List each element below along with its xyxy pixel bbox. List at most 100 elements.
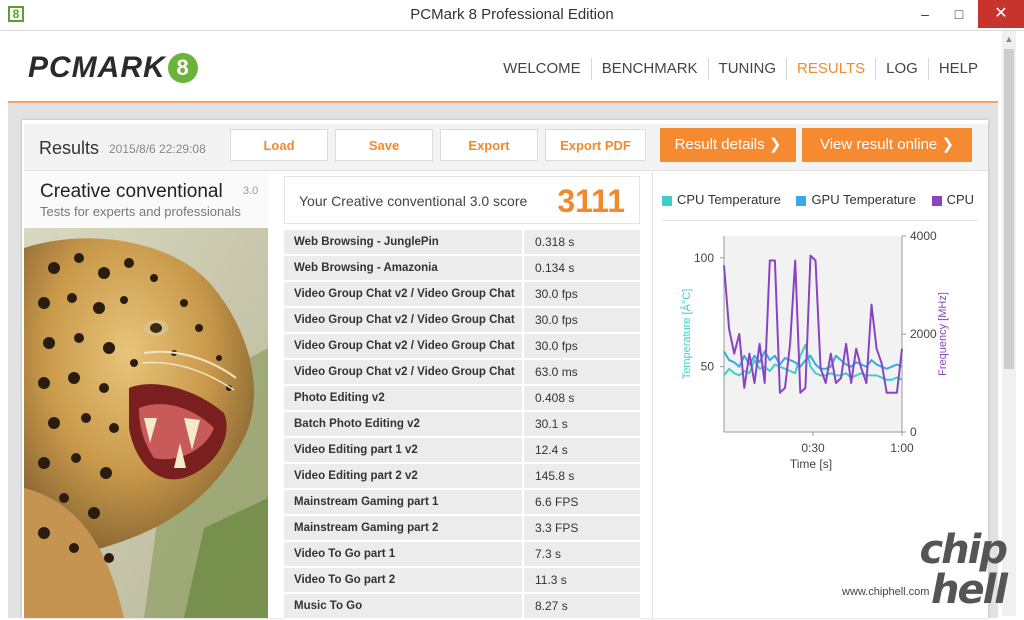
test-name: Creative conventional [40, 181, 223, 202]
test-value-cell: 12.4 s [524, 438, 640, 464]
test-name-cell: Web Browsing - Amazonia [284, 256, 524, 282]
right-axis-tick-label: 4000 [910, 229, 937, 243]
test-name-cell: Video To Go part 1 [284, 542, 524, 568]
nav-help[interactable]: HELP [927, 58, 988, 80]
nav-tuning[interactable]: TUNING [707, 58, 787, 80]
score-value: 3111 [557, 183, 625, 219]
chart-legend: CPU Temperature GPU Temperature CPU Clo [662, 192, 978, 207]
test-name-cell: Photo Editing v2 [284, 386, 524, 412]
nav-log[interactable]: LOG [875, 58, 928, 80]
test-name-cell: Music To Go [284, 594, 524, 620]
app-header: PCMARK 8 WELCOME BENCHMARK TUNING RESULTS… [8, 31, 998, 103]
table-row: Web Browsing - Amazonia 0.134 s [284, 256, 640, 282]
x-axis-label: Time [s] [790, 457, 832, 471]
test-version: 3.0 [243, 185, 259, 197]
table-row: Video Editing part 1 v2 12.4 s [284, 438, 640, 464]
test-name-cell: Batch Photo Editing v2 [284, 412, 524, 438]
test-value-cell: 6.6 FPS [524, 490, 640, 516]
load-button[interactable]: Load [230, 129, 328, 161]
table-row: Web Browsing - JunglePin 0.318 s [284, 230, 640, 256]
window-titlebar: 8 PCMark 8 Professional Edition – □ ✕ [0, 0, 1024, 31]
table-row: Video Group Chat v2 / Video Group Chat 30… [284, 282, 640, 308]
watermark-url: www.chiphell.com [842, 586, 930, 598]
test-name-cell: Video Group Chat v2 / Video Group Chat [284, 360, 524, 386]
score-box: Your Creative conventional 3.0 score 311… [284, 176, 640, 224]
legend-separator [662, 220, 978, 221]
pcmark-logo[interactable]: PCMARK 8 [28, 51, 198, 84]
table-row: Photo Editing v2 0.408 s [284, 386, 640, 412]
left-axis-tick-label: 100 [694, 251, 714, 265]
results-table: Web Browsing - JunglePin 0.318 s Web Brow… [284, 230, 640, 620]
main-nav: WELCOME BENCHMARK TUNING RESULTS LOG HEL… [493, 58, 988, 80]
table-row: Video To Go part 2 11.3 s [284, 568, 640, 594]
test-name-cell: Video Editing part 1 v2 [284, 438, 524, 464]
table-row: Video Editing part 2 v2 145.8 s [284, 464, 640, 490]
leopard-image [24, 228, 268, 618]
test-subtitle: Tests for experts and professionals [40, 204, 241, 219]
table-row: Batch Photo Editing v2 30.1 s [284, 412, 640, 438]
test-name-cell: Mainstream Gaming part 2 [284, 516, 524, 542]
results-toolbar: Results 2015/8/6 22:29:08 Load Save Expo… [24, 124, 988, 171]
table-row: Mainstream Gaming part 2 3.3 FPS [284, 516, 640, 542]
test-name-cell: Video Group Chat v2 / Video Group Chat [284, 282, 524, 308]
window-title: PCMark 8 Professional Edition [410, 6, 614, 23]
close-button[interactable]: ✕ [978, 0, 1024, 28]
legend-label: CPU Clo [946, 192, 978, 207]
x-axis-tick-label: 1:00 [890, 441, 914, 455]
test-name-cell: Video Group Chat v2 / Video Group Chat [284, 334, 524, 360]
watermark-logo: chip hell [919, 527, 1008, 613]
view-online-label: View result online [819, 136, 938, 153]
table-row: Video Group Chat v2 / Video Group Chat 30… [284, 334, 640, 360]
scroll-up-arrow-icon[interactable]: ▲ [1002, 31, 1016, 47]
table-row: Video Group Chat v2 / Video Group Chat 63… [284, 360, 640, 386]
left-axis-tick-label: 50 [701, 360, 715, 374]
chevron-right-icon: ❯ [941, 136, 955, 153]
export-button[interactable]: Export [440, 129, 538, 161]
legend-label: GPU Temperature [811, 192, 916, 207]
table-row: Mainstream Gaming part 1 6.6 FPS [284, 490, 640, 516]
test-name-cell: Mainstream Gaming part 1 [284, 490, 524, 516]
scroll-thumb[interactable] [1004, 49, 1014, 369]
export-pdf-button[interactable]: Export PDF [545, 129, 646, 161]
maximize-button[interactable]: □ [942, 0, 976, 28]
legend-swatch [796, 195, 807, 206]
legend-label: CPU Temperature [677, 192, 781, 207]
test-value-cell: 0.134 s [524, 256, 640, 282]
score-label: Your Creative conventional 3.0 score [299, 193, 528, 209]
test-value-cell: 0.318 s [524, 230, 640, 256]
legend-item[interactable]: CPU Clo [931, 192, 978, 207]
nav-benchmark[interactable]: BENCHMARK [590, 58, 708, 80]
results-column: Your Creative conventional 3.0 score 311… [284, 176, 640, 620]
chevron-right-icon: ❯ [768, 136, 782, 153]
nav-welcome[interactable]: WELCOME [493, 58, 591, 80]
test-value-cell: 7.3 s [524, 542, 640, 568]
nav-results[interactable]: RESULTS [786, 58, 875, 80]
test-value-cell: 30.1 s [524, 412, 640, 438]
test-name-cell: Video Group Chat v2 / Video Group Chat [284, 308, 524, 334]
right-axis-tick-label: 0 [910, 425, 917, 439]
legend-item[interactable]: GPU Temperature [796, 192, 916, 207]
chiphell-watermark: chip hell www.chiphell.com [842, 530, 1012, 610]
test-name-cell: Video To Go part 2 [284, 568, 524, 594]
test-value-cell: 63.0 ms [524, 360, 640, 386]
view-result-online-button[interactable]: View result online ❯ [802, 128, 972, 162]
result-details-button[interactable]: Result details ❯ [660, 128, 796, 162]
test-value-cell: 145.8 s [524, 464, 640, 490]
right-axis-tick-label: 2000 [910, 327, 937, 341]
save-button[interactable]: Save [335, 129, 433, 161]
legend-item[interactable]: CPU Temperature [662, 192, 781, 207]
minimize-button[interactable]: – [908, 0, 942, 28]
test-value-cell: 11.3 s [524, 568, 640, 594]
legend-swatch [931, 195, 942, 206]
left-axis-label: Temperature [Â°C] [680, 289, 693, 380]
test-value-cell: 3.3 FPS [524, 516, 640, 542]
column-divider [652, 172, 653, 618]
test-value-cell: 30.0 fps [524, 308, 640, 334]
x-axis-tick-label: 0:30 [801, 441, 825, 455]
logo-mark: 8 [167, 53, 198, 83]
legend-swatch [662, 195, 672, 206]
test-name-cell: Web Browsing - JunglePin [284, 230, 524, 256]
result-details-label: Result details [674, 136, 765, 153]
right-axis-label: Frequency [MHz] [937, 292, 949, 376]
test-value-cell: 0.408 s [524, 386, 640, 412]
